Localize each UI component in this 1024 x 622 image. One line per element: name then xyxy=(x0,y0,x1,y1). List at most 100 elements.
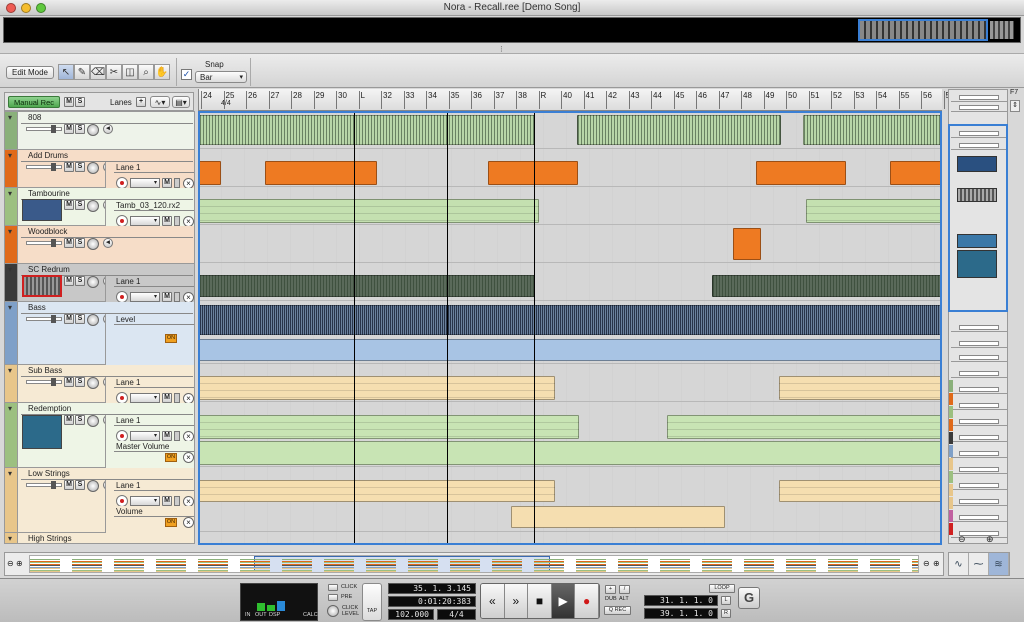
play-button[interactable]: ▶ xyxy=(551,584,576,618)
snap-value-select[interactable]: Bar xyxy=(195,71,247,83)
track-name[interactable]: Sub Bass xyxy=(28,366,62,375)
clip[interactable] xyxy=(803,115,942,145)
track-mute-button[interactable]: M xyxy=(64,162,74,172)
track-row[interactable]: BassMS◂LevelON xyxy=(5,302,194,365)
song-navigator[interactable] xyxy=(29,555,919,573)
vertical-zoom-out-button[interactable]: ⊖ xyxy=(923,559,930,568)
track-solo-button[interactable]: S xyxy=(75,314,85,324)
clip[interactable] xyxy=(199,275,535,297)
track-name[interactable]: Woodblock xyxy=(28,227,67,236)
magnify-tool-button[interactable]: ⌕ xyxy=(138,64,154,80)
tempo-display[interactable]: 102.000 xyxy=(388,609,434,620)
fast-forward-button[interactable]: » xyxy=(504,584,529,618)
arrangement-track-row[interactable] xyxy=(199,532,942,544)
track-solo-button[interactable]: S xyxy=(75,377,85,387)
rack-device-unit[interactable] xyxy=(951,416,1007,426)
song-position-display[interactable]: 35. 1. 3.145 xyxy=(388,583,476,594)
track-automation-knob[interactable] xyxy=(87,480,99,492)
track-row[interactable]: Add DrumsMS◂Lane 1▾M× xyxy=(5,150,194,189)
loop-left-display[interactable]: 31. 1. 1. 0 xyxy=(644,595,718,606)
rack-zoom-out-button[interactable]: ⊖ xyxy=(958,534,966,545)
track-automation-knob[interactable] xyxy=(87,162,99,174)
loop-left-button[interactable]: L xyxy=(721,596,731,605)
track-solo-button[interactable]: S xyxy=(75,238,85,248)
automation-on-indicator[interactable]: ON xyxy=(165,334,177,343)
lane-header[interactable]: Lane 1 ▾ M × xyxy=(105,276,194,303)
automation-on-indicator[interactable]: ON xyxy=(165,518,177,527)
rewind-button[interactable]: « xyxy=(481,584,505,618)
track-speaker-icon[interactable]: ◂ xyxy=(103,124,113,134)
loop-right-display[interactable]: 39. 1. 1. 0 xyxy=(644,608,718,619)
track-automation-knob[interactable] xyxy=(87,200,99,212)
clip[interactable] xyxy=(199,305,942,335)
time-display[interactable]: 0:01:20:383 xyxy=(388,596,476,607)
track-name[interactable]: SC Redrum xyxy=(28,265,70,274)
tap-tempo-button[interactable]: TAP xyxy=(362,583,382,621)
clip[interactable] xyxy=(199,339,942,361)
track-solo-button[interactable]: S xyxy=(75,415,85,425)
clip[interactable] xyxy=(733,228,761,260)
rack-device-unit[interactable] xyxy=(951,512,1007,522)
track-solo-button[interactable]: S xyxy=(75,124,85,134)
track-volume-fader[interactable] xyxy=(26,125,62,133)
track-row[interactable]: SC RedrumMS◂Lane 1▾M× xyxy=(5,264,194,303)
track-row[interactable]: High Strings xyxy=(5,533,194,543)
track-automation-knob[interactable] xyxy=(87,314,99,326)
lane-mute-button[interactable]: M xyxy=(162,216,172,226)
track-color-strip[interactable] xyxy=(5,188,18,225)
clip[interactable] xyxy=(577,115,781,145)
lane-mute-button[interactable]: M xyxy=(162,496,172,506)
slash-button[interactable]: / xyxy=(619,585,630,594)
track-automation-knob[interactable] xyxy=(87,276,99,288)
track-color-strip[interactable] xyxy=(5,365,18,402)
track-row[interactable]: RedemptionMS◂Lane 1▾M×Master VolumeON× xyxy=(5,403,194,468)
lane-mute-button[interactable]: M xyxy=(162,178,172,188)
track-automation-knob[interactable] xyxy=(87,377,99,389)
track-solo-button[interactable]: S xyxy=(75,200,85,210)
track-color-strip[interactable] xyxy=(5,150,18,187)
track-mute-button[interactable]: M xyxy=(64,238,74,248)
track-name[interactable]: Bass xyxy=(28,303,46,312)
rack-zoom-in-button[interactable]: ⊕ xyxy=(986,534,994,545)
clip[interactable] xyxy=(712,275,942,297)
loop-right-button[interactable]: R xyxy=(721,609,731,618)
track-mute-button[interactable]: M xyxy=(64,480,74,490)
track-row[interactable]: Low StringsMS◂Lane 1▾M×VolumeON× xyxy=(5,468,194,533)
track-mute-button[interactable]: M xyxy=(64,377,74,387)
track-mute-button[interactable]: M xyxy=(64,415,74,425)
rack-device-unit[interactable] xyxy=(951,322,1007,332)
clip[interactable] xyxy=(779,376,942,400)
vertical-zoom-in-button[interactable]: ⊕ xyxy=(933,559,940,568)
clip[interactable] xyxy=(806,199,942,223)
timeline-ruler[interactable]: 4/4 24 25 26 27 28 29 30 L 32 33 34 35 36 37 38 R 40 41 42… xyxy=(198,89,950,111)
track-row[interactable]: Sub BassMS◂Lane 1▾M× xyxy=(5,365,194,404)
track-name[interactable]: Add Drums xyxy=(28,151,68,160)
rack-scroll-button[interactable]: ⇕ xyxy=(1010,100,1020,112)
track-color-strip[interactable] xyxy=(5,403,18,467)
rack-device-unit[interactable] xyxy=(951,496,1007,506)
track-volume-fader[interactable] xyxy=(26,315,62,323)
global-mute-button[interactable]: M xyxy=(64,97,74,107)
clip[interactable] xyxy=(199,441,942,465)
track-color-strip[interactable] xyxy=(5,112,18,149)
track-volume-fader[interactable] xyxy=(26,378,62,386)
rack-overview-strip[interactable] xyxy=(3,17,1021,43)
lane-type-dropdown[interactable]: ∿▾ xyxy=(150,96,170,108)
track-row[interactable]: 808 MS ◂ xyxy=(5,112,194,150)
add-lane-button[interactable]: + xyxy=(136,97,146,107)
global-solo-button[interactable]: S xyxy=(75,97,85,107)
precount-toggle[interactable] xyxy=(328,594,338,601)
clip[interactable] xyxy=(199,115,535,145)
rack-device-unit[interactable] xyxy=(951,384,1007,394)
signature-display[interactable]: 4/4 xyxy=(437,609,476,620)
automation-lane-header[interactable]: Volume ON × xyxy=(105,506,194,533)
track-solo-button[interactable]: S xyxy=(75,162,85,172)
clip[interactable] xyxy=(199,376,555,400)
clip[interactable] xyxy=(511,506,725,528)
automation-on-indicator[interactable]: ON xyxy=(165,453,177,462)
waveform-view-button-3[interactable]: ≋ xyxy=(989,553,1009,575)
snap-checkbox[interactable]: ✓ xyxy=(181,69,192,80)
loop-button[interactable]: LOOP xyxy=(709,584,735,593)
clip[interactable] xyxy=(199,415,579,439)
razor-tool-button[interactable]: ✂ xyxy=(106,64,122,80)
